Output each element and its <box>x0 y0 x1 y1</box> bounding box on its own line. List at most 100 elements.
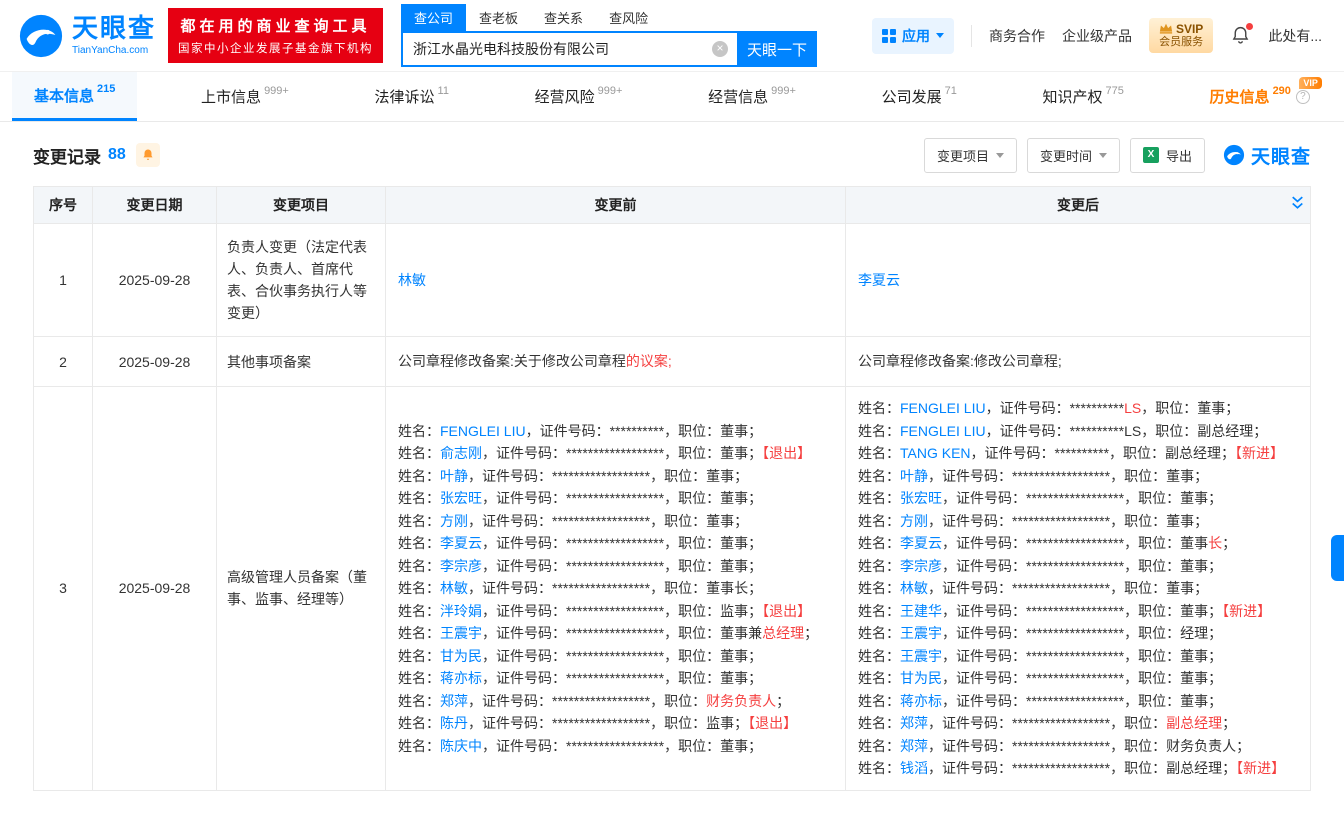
text-segment: 【新进】 <box>1236 760 1285 776</box>
text-segment: 姓名： <box>858 648 900 664</box>
change-line: 姓名：张宏旺，证件号码：******************，职位：董事； <box>398 487 833 510</box>
text-segment: 姓名： <box>398 423 440 439</box>
text-segment: ，证件号码：******************，职位：董事； <box>942 603 1222 619</box>
person-link[interactable]: 叶静 <box>440 468 468 484</box>
change-line: 姓名：叶静，证件号码：******************，职位：董事； <box>858 465 1298 488</box>
person-link[interactable]: 张宏旺 <box>900 490 942 506</box>
person-link[interactable]: 陈庆中 <box>440 738 482 754</box>
person-link[interactable]: 王建华 <box>900 603 942 619</box>
change-line: 姓名：王建华，证件号码：******************，职位：董事；【新进… <box>858 600 1298 623</box>
svip-member-button[interactable]: SVIP 会员服务 <box>1149 18 1213 54</box>
tianyancha-logo-icon <box>18 13 64 59</box>
clear-search-icon[interactable]: × <box>712 41 728 57</box>
text-segment: 姓名： <box>858 535 900 551</box>
search-tab-1[interactable]: 查老板 <box>466 4 531 31</box>
person-link[interactable]: FENGLEI LIU <box>900 423 986 439</box>
person-link[interactable]: 钱滔 <box>900 760 928 776</box>
person-link[interactable]: 方刚 <box>900 513 928 529</box>
change-line: 姓名：方刚，证件号码：******************，职位：董事； <box>398 510 833 533</box>
text-segment: 【退出】 <box>748 715 797 731</box>
person-link[interactable]: 王震宇 <box>440 625 482 641</box>
person-link[interactable]: 王震宇 <box>900 625 942 641</box>
nav-tab-6[interactable]: 知识产权775 <box>1021 72 1146 121</box>
chevron-down-icon <box>1099 153 1107 158</box>
person-link[interactable]: 李夏云 <box>440 535 482 551</box>
person-link[interactable]: 郑萍 <box>900 715 928 731</box>
subscribe-bell-button[interactable] <box>136 143 160 167</box>
person-link[interactable]: 陈丹 <box>440 715 468 731</box>
nav-tab-label: 经营风险 <box>535 86 595 107</box>
cell-change-after: 李夏云 <box>846 224 1311 337</box>
person-link[interactable]: 泮玲娟 <box>440 603 482 619</box>
text-segment: 总经理 <box>762 625 804 641</box>
person-link[interactable]: 郑萍 <box>900 738 928 754</box>
person-link[interactable]: 王震宇 <box>900 648 942 664</box>
person-link[interactable]: 俞志刚 <box>440 445 482 461</box>
business-cooperation-link[interactable]: 商务合作 <box>989 26 1045 46</box>
text-segment: 姓名： <box>858 693 900 709</box>
collapse-all-icon[interactable] <box>1290 195 1305 212</box>
person-link[interactable]: FENGLEI LIU <box>900 400 986 416</box>
search-tab-0[interactable]: 查公司 <box>401 4 466 31</box>
change-line: 姓名：甘为民，证件号码：******************，职位：董事； <box>398 645 833 668</box>
table-row-2: 22025-09-28其他事项备案公司章程修改备案:关于修改公司章程的议案;公司… <box>34 337 1311 387</box>
export-button[interactable]: X 导出 <box>1130 138 1205 173</box>
search-input[interactable] <box>401 31 737 67</box>
nav-tab-7[interactable]: 历史信息290VIP? <box>1188 72 1332 121</box>
change-line: 姓名：蒋亦标，证件号码：******************，职位：董事； <box>858 690 1298 713</box>
person-link[interactable]: 叶静 <box>900 468 928 484</box>
nav-tab-1[interactable]: 上市信息999+ <box>179 72 311 121</box>
search-tab-3[interactable]: 查风险 <box>596 4 661 31</box>
person-link[interactable]: 郑萍 <box>440 693 468 709</box>
person-link[interactable]: 李宗彦 <box>900 558 942 574</box>
person-link[interactable]: 甘为民 <box>900 670 942 686</box>
bell-icon <box>141 148 155 162</box>
side-feedback-tab[interactable] <box>1331 535 1344 581</box>
enterprise-product-link[interactable]: 企业级产品 <box>1062 26 1132 46</box>
person-link[interactable]: 李宗彦 <box>440 558 482 574</box>
nav-tab-0[interactable]: 基本信息215 <box>12 72 137 121</box>
change-line: 姓名：郑萍，证件号码：******************，职位：财务负责人； <box>398 690 833 713</box>
cell-no: 3 <box>34 387 93 791</box>
search-tab-2[interactable]: 查关系 <box>531 4 596 31</box>
person-link[interactable]: TANG KEN <box>900 445 971 461</box>
header-right: 应用 商务合作 企业级产品 SVIP 会员服务 此处有... <box>872 18 1322 54</box>
col-header-4: 变更后 <box>846 187 1311 224</box>
nav-tab-5[interactable]: 公司发展71 <box>860 72 979 121</box>
text-segment: 姓名： <box>858 625 900 641</box>
text-segment: 姓名： <box>398 603 440 619</box>
person-link[interactable]: 方刚 <box>440 513 468 529</box>
cell-change-item: 负责人变更（法定代表人、负责人、首席代表、合伙事务执行人等变更） <box>217 224 386 337</box>
nav-tab-2[interactable]: 法律诉讼11 <box>353 72 471 121</box>
logo-subtitle: TianYanCha.com <box>72 45 156 56</box>
change-records-section-bar: 变更记录 88 变更项目 变更时间 X 导出 天眼查 <box>33 140 1311 170</box>
change-line: 姓名：李宗彦，证件号码：******************，职位：董事； <box>858 555 1298 578</box>
nav-tab-label: 上市信息 <box>201 86 261 107</box>
nav-tab-label: 知识产权 <box>1043 86 1103 107</box>
person-link[interactable]: 林敏 <box>440 580 468 596</box>
notification-bell-button[interactable] <box>1230 25 1251 46</box>
text-segment: ，证件号码：**********，职位：副总经理； <box>971 445 1235 461</box>
person-link[interactable]: FENGLEI LIU <box>440 423 526 439</box>
person-link[interactable]: 甘为民 <box>440 648 482 664</box>
nav-tab-3[interactable]: 经营风险999+ <box>513 72 645 121</box>
person-link[interactable]: 李夏云 <box>858 272 900 288</box>
text-segment: 姓名： <box>398 513 440 529</box>
person-link[interactable]: 林敏 <box>900 580 928 596</box>
tianyancha-logo[interactable]: 天眼查 TianYanCha.com <box>18 13 156 59</box>
text-segment: ，证件号码：******************，职位：董事； <box>942 558 1222 574</box>
nav-tab-4[interactable]: 经营信息999+ <box>686 72 818 121</box>
search-button[interactable]: 天眼一下 <box>737 31 817 67</box>
excel-icon: X <box>1143 147 1159 163</box>
person-link[interactable]: 李夏云 <box>900 535 942 551</box>
person-link[interactable]: 蒋亦标 <box>900 693 942 709</box>
info-icon[interactable]: ? <box>1296 90 1310 104</box>
person-link[interactable]: 林敏 <box>398 272 426 288</box>
apps-button[interactable]: 应用 <box>872 18 954 54</box>
person-link[interactable]: 蒋亦标 <box>440 670 482 686</box>
filter-change-time-button[interactable]: 变更时间 <box>1027 138 1120 173</box>
filter-change-project-button[interactable]: 变更项目 <box>924 138 1017 173</box>
cell-change-after: 姓名：FENGLEI LIU，证件号码：**********LS，职位：董事；姓… <box>846 387 1311 791</box>
person-link[interactable]: 张宏旺 <box>440 490 482 506</box>
text-segment: ，证件号码：******************，职位：董事； <box>942 490 1222 506</box>
